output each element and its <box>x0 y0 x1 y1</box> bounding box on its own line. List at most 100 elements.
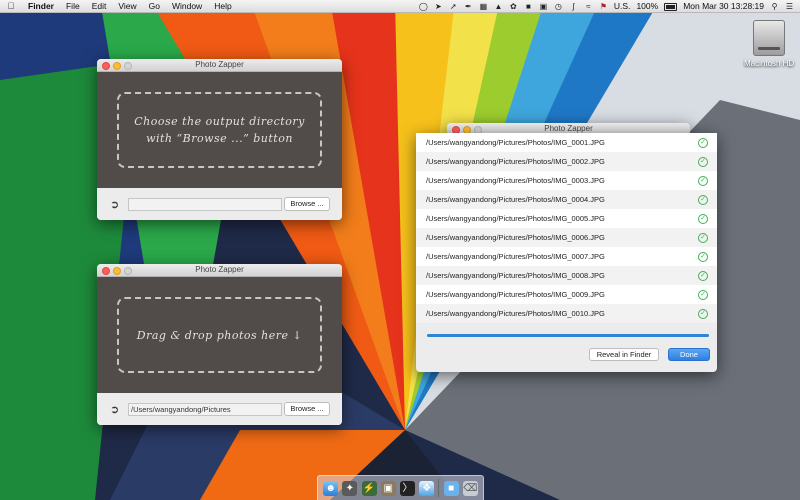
photo-dropzone[interactable]: Drag & drop photos here ↓ <box>117 297 322 373</box>
menu-file[interactable]: File <box>60 0 86 13</box>
notification-icon[interactable]: ☰ <box>785 2 794 11</box>
flag-icon: ⚑ <box>599 1 607 11</box>
search-icon[interactable]: ⚲ <box>770 2 779 11</box>
photo-zapper-progress-window: /Users/wangyandong/Pictures/Photos/IMG_0… <box>416 133 717 372</box>
list-item[interactable]: /Users/wangyandong/Pictures/Photos/IMG_0… <box>416 285 717 304</box>
file-path: /Users/wangyandong/Pictures/Photos/IMG_0… <box>426 176 605 185</box>
check-icon: ✓ <box>698 308 708 319</box>
menu-go[interactable]: Go <box>143 0 166 13</box>
reveal-arrow-icon[interactable]: ➲ <box>110 199 122 211</box>
close-button[interactable] <box>102 267 110 275</box>
app-icon[interactable]: ▦ <box>479 2 488 11</box>
window-controls <box>102 267 132 275</box>
browse-button[interactable]: Browse ... <box>284 197 330 211</box>
disk-label: Macintosh HD <box>744 59 795 68</box>
window-titlebar[interactable]: Photo Zapper <box>97 59 342 72</box>
reveal-arrow-icon[interactable]: ➲ <box>110 404 122 416</box>
list-item[interactable]: /Users/wangyandong/Pictures/Photos/IMG_0… <box>416 228 717 247</box>
dock: ☻ ✦ ⚡ ▣ 〉 ❖ ■ ⌫ <box>317 475 484 500</box>
check-icon: ✓ <box>698 289 708 300</box>
battery-icon[interactable] <box>664 2 678 11</box>
photo-zapper-input-window: Photo Zapper Drag & drop photos here ↓ ➲… <box>97 264 342 425</box>
output-dropzone: Choose the output directory with “Browse… <box>117 92 322 168</box>
input-path-field[interactable]: /Users/wangyandong/Pictures <box>128 403 282 416</box>
input-drop-area: Drag & drop photos here ↓ <box>97 277 342 393</box>
output-footer: ➲ Browse ... <box>97 190 342 220</box>
preview-icon[interactable]: ▣ <box>380 480 396 496</box>
bluetooth-icon[interactable]: ∫ <box>569 2 578 11</box>
dropzone-text-line1: Choose the output directory <box>134 115 305 128</box>
close-button[interactable] <box>102 62 110 70</box>
progress-bar <box>427 334 709 337</box>
check-icon: ✓ <box>698 251 708 262</box>
file-path: /Users/wangyandong/Pictures/Photos/IMG_0… <box>426 252 605 261</box>
battery-percent[interactable]: 100% <box>636 0 658 13</box>
menu-help[interactable]: Help <box>208 0 237 13</box>
macintosh-hd-icon[interactable]: Macintosh HD <box>744 20 794 68</box>
file-path: /Users/wangyandong/Pictures/Photos/IMG_0… <box>426 157 605 166</box>
apple-menu-icon[interactable]:  <box>0 1 22 11</box>
zoom-button[interactable] <box>124 62 132 70</box>
menu-view[interactable]: View <box>112 0 142 13</box>
list-item[interactable]: /Users/wangyandong/Pictures/Photos/IMG_0… <box>416 133 717 152</box>
feather-icon[interactable]: ✒ <box>464 2 473 11</box>
check-icon: ✓ <box>698 175 708 186</box>
window-title: Photo Zapper <box>195 265 244 274</box>
status-area: ◯ ➤ ➚ ✒ ▦ ▲ ✿ ■ ▣ ◷ ∫ ≈ ⚑ U.S. 100% Mon … <box>419 0 794 13</box>
circle-icon[interactable]: ◯ <box>419 2 428 11</box>
done-button[interactable]: Done <box>668 348 710 361</box>
lock-icon[interactable]: ■ <box>524 2 533 11</box>
output-path-field[interactable] <box>128 198 282 211</box>
list-item[interactable]: /Users/wangyandong/Pictures/Photos/IMG_0… <box>416 304 717 323</box>
output-drop-area: Choose the output directory with “Browse… <box>97 72 342 188</box>
minimize-button[interactable] <box>113 267 121 275</box>
trash-icon[interactable]: ⌫ <box>462 480 478 496</box>
folder-icon[interactable]: ■ <box>443 480 459 496</box>
reveal-in-finder-button[interactable]: Reveal in Finder <box>589 348 659 361</box>
bag-icon[interactable]: ▣ <box>539 2 548 11</box>
terminal-icon[interactable]: 〉 <box>399 480 415 496</box>
hard-disk-icon <box>753 20 785 56</box>
finder-icon[interactable]: ☻ <box>323 480 339 496</box>
clock-icon[interactable]: ◷ <box>554 2 563 11</box>
zoom-button[interactable] <box>124 267 132 275</box>
launchpad-icon[interactable]: ✦ <box>342 480 358 496</box>
window-title: Photo Zapper <box>195 60 244 69</box>
window-titlebar[interactable]: Photo Zapper <box>97 264 342 277</box>
safari-icon[interactable]: ❖ <box>419 480 435 496</box>
minimize-button[interactable] <box>113 62 121 70</box>
check-icon: ✓ <box>698 232 708 243</box>
dropzone-text: Drag & drop photos here ↓ <box>136 328 303 342</box>
menu-window[interactable]: Window <box>166 0 208 13</box>
file-path: /Users/wangyandong/Pictures/Photos/IMG_0… <box>426 214 605 223</box>
leaf-icon[interactable]: ✿ <box>509 2 518 11</box>
list-item[interactable]: /Users/wangyandong/Pictures/Photos/IMG_0… <box>416 247 717 266</box>
list-item[interactable]: /Users/wangyandong/Pictures/Photos/IMG_0… <box>416 209 717 228</box>
file-list: /Users/wangyandong/Pictures/Photos/IMG_0… <box>416 133 717 323</box>
list-item[interactable]: /Users/wangyandong/Pictures/Photos/IMG_0… <box>416 190 717 209</box>
wifi-icon[interactable]: ≈ <box>584 2 593 11</box>
list-item[interactable]: /Users/wangyandong/Pictures/Photos/IMG_0… <box>416 266 717 285</box>
file-path: /Users/wangyandong/Pictures/Photos/IMG_0… <box>426 138 605 147</box>
hat-icon[interactable]: ▲ <box>494 2 503 11</box>
check-icon: ✓ <box>698 194 708 205</box>
clock-datetime[interactable]: Mon Mar 30 13:28:19 <box>683 0 764 13</box>
file-path: /Users/wangyandong/Pictures/Photos/IMG_0… <box>426 309 605 318</box>
check-icon: ✓ <box>698 156 708 167</box>
input-source[interactable]: U.S. <box>614 0 631 13</box>
photo-zapper-output-window: Photo Zapper Choose the output directory… <box>97 59 342 220</box>
check-icon: ✓ <box>698 137 708 148</box>
list-item[interactable]: /Users/wangyandong/Pictures/Photos/IMG_0… <box>416 152 717 171</box>
cursor-icon[interactable]: ➤ <box>434 2 443 11</box>
list-item[interactable]: /Users/wangyandong/Pictures/Photos/IMG_0… <box>416 171 717 190</box>
arrow-icon[interactable]: ➚ <box>449 2 458 11</box>
file-path: /Users/wangyandong/Pictures/Photos/IMG_0… <box>426 271 605 280</box>
check-icon: ✓ <box>698 213 708 224</box>
browse-button[interactable]: Browse ... <box>284 402 330 416</box>
menu-edit[interactable]: Edit <box>86 0 113 13</box>
check-icon: ✓ <box>698 270 708 281</box>
menu-app-finder[interactable]: Finder <box>22 0 60 13</box>
file-path: /Users/wangyandong/Pictures/Photos/IMG_0… <box>426 290 605 299</box>
menu-bar:  Finder File Edit View Go Window Help ◯… <box>0 0 800 13</box>
photo-zapper-icon[interactable]: ⚡ <box>361 480 377 496</box>
